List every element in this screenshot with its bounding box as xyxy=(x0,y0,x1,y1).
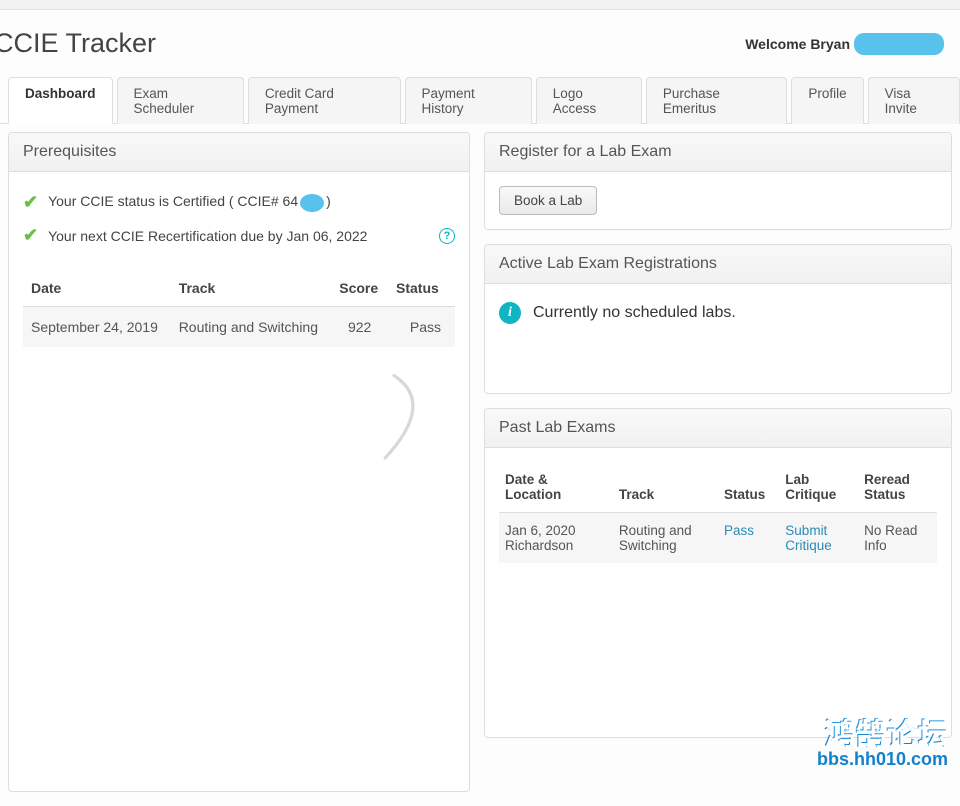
prerequisites-title: Prerequisites xyxy=(9,133,469,172)
th-status: Status xyxy=(718,462,779,513)
register-title: Register for a Lab Exam xyxy=(485,133,951,172)
prereq-recert-row: ✔ Your next CCIE Recertification due by … xyxy=(23,219,455,252)
register-body: Book a Lab xyxy=(485,172,951,229)
content-area: Prerequisites ✔ Your CCIE status is Cert… xyxy=(0,123,960,806)
active-registrations-panel: Active Lab Exam Registrations i Currentl… xyxy=(484,244,952,394)
cell-status: Pass xyxy=(388,307,455,348)
ccie-status-text: Your CCIE status is Certified ( CCIE# 64… xyxy=(48,193,331,211)
active-reg-body: i Currently no scheduled labs. xyxy=(485,284,951,342)
past-exams-body: Date & Location Track Status Lab Critiqu… xyxy=(485,448,951,577)
table-row: Jan 6, 2020 Richardson Routing and Switc… xyxy=(499,513,937,564)
ccie-status-prefix: Your CCIE status is Certified ( CCIE# 64 xyxy=(48,193,298,209)
tab-purchase-emeritus[interactable]: Purchase Emeritus xyxy=(646,77,787,124)
cell-reread: No Read Info xyxy=(858,513,937,564)
tab-logo-access[interactable]: Logo Access xyxy=(536,77,642,124)
th-track: Track xyxy=(613,462,718,513)
page-title: CCIE Tracker xyxy=(0,28,156,59)
prereq-status-row: ✔ Your CCIE status is Certified ( CCIE# … xyxy=(23,186,455,219)
tab-bar: Dashboard Exam Scheduler Credit Card Pay… xyxy=(0,77,960,124)
th-date: Date xyxy=(23,270,171,307)
cell-track: Routing and Switching xyxy=(171,307,332,348)
empty-reg-text: Currently no scheduled labs. xyxy=(533,304,736,322)
past-location: Richardson xyxy=(505,538,573,553)
cell-track: Routing and Switching xyxy=(613,513,718,564)
th-status: Status xyxy=(388,270,455,307)
top-strip xyxy=(0,0,960,10)
tab-exam-scheduler[interactable]: Exam Scheduler xyxy=(117,77,244,124)
status-link[interactable]: Pass xyxy=(724,523,754,538)
prerequisites-panel: Prerequisites ✔ Your CCIE status is Cert… xyxy=(8,132,470,792)
tab-credit-card-payment[interactable]: Credit Card Payment xyxy=(248,77,401,124)
th-critique: Lab Critique xyxy=(779,462,858,513)
redacted-name xyxy=(854,33,944,55)
cell-score: 922 xyxy=(331,307,388,348)
cell-status: Pass xyxy=(718,513,779,564)
cell-date: September 24, 2019 xyxy=(23,307,171,348)
book-lab-button[interactable]: Book a Lab xyxy=(499,186,597,215)
th-date-location: Date & Location xyxy=(499,462,613,513)
active-reg-title: Active Lab Exam Registrations xyxy=(485,245,951,284)
welcome-user: Welcome Bryan xyxy=(745,33,944,55)
cell-critique: Submit Critique xyxy=(779,513,858,564)
th-reread: Reread Status xyxy=(858,462,937,513)
empty-registrations-row: i Currently no scheduled labs. xyxy=(499,298,937,328)
redacted-ccie-number xyxy=(300,194,324,212)
prereq-exam-table: Date Track Score Status September 24, 20… xyxy=(23,270,455,347)
register-panel: Register for a Lab Exam Book a Lab xyxy=(484,132,952,230)
tab-visa-invite[interactable]: Visa Invite xyxy=(868,77,960,124)
info-icon: i xyxy=(499,302,521,324)
th-score: Score xyxy=(331,270,388,307)
submit-critique-link[interactable]: Submit Critique xyxy=(785,523,832,553)
past-exams-panel: Past Lab Exams Date & Location Track Sta… xyxy=(484,408,952,738)
page-header: CCIE Tracker Welcome Bryan xyxy=(0,10,960,77)
tab-profile[interactable]: Profile xyxy=(791,77,863,124)
table-row: September 24, 2019 Routing and Switching… xyxy=(23,307,455,348)
th-track: Track xyxy=(171,270,332,307)
help-icon[interactable]: ? xyxy=(439,228,455,244)
right-column: Register for a Lab Exam Book a Lab Activ… xyxy=(484,132,952,806)
cell-date-location: Jan 6, 2020 Richardson xyxy=(499,513,613,564)
tab-dashboard[interactable]: Dashboard xyxy=(8,77,113,124)
past-date: Jan 6, 2020 xyxy=(505,523,576,538)
recert-text: Your next CCIE Recertification due by Ja… xyxy=(48,228,367,244)
check-icon: ✔ xyxy=(23,225,38,246)
ccie-status-suffix: ) xyxy=(326,193,331,209)
past-exams-table: Date & Location Track Status Lab Critiqu… xyxy=(499,462,937,563)
tab-payment-history[interactable]: Payment History xyxy=(405,77,532,124)
welcome-text: Welcome Bryan xyxy=(745,36,850,52)
past-exams-title: Past Lab Exams xyxy=(485,409,951,448)
left-column: Prerequisites ✔ Your CCIE status is Cert… xyxy=(8,132,470,806)
check-icon: ✔ xyxy=(23,192,38,213)
prerequisites-body: ✔ Your CCIE status is Certified ( CCIE# … xyxy=(9,172,469,361)
